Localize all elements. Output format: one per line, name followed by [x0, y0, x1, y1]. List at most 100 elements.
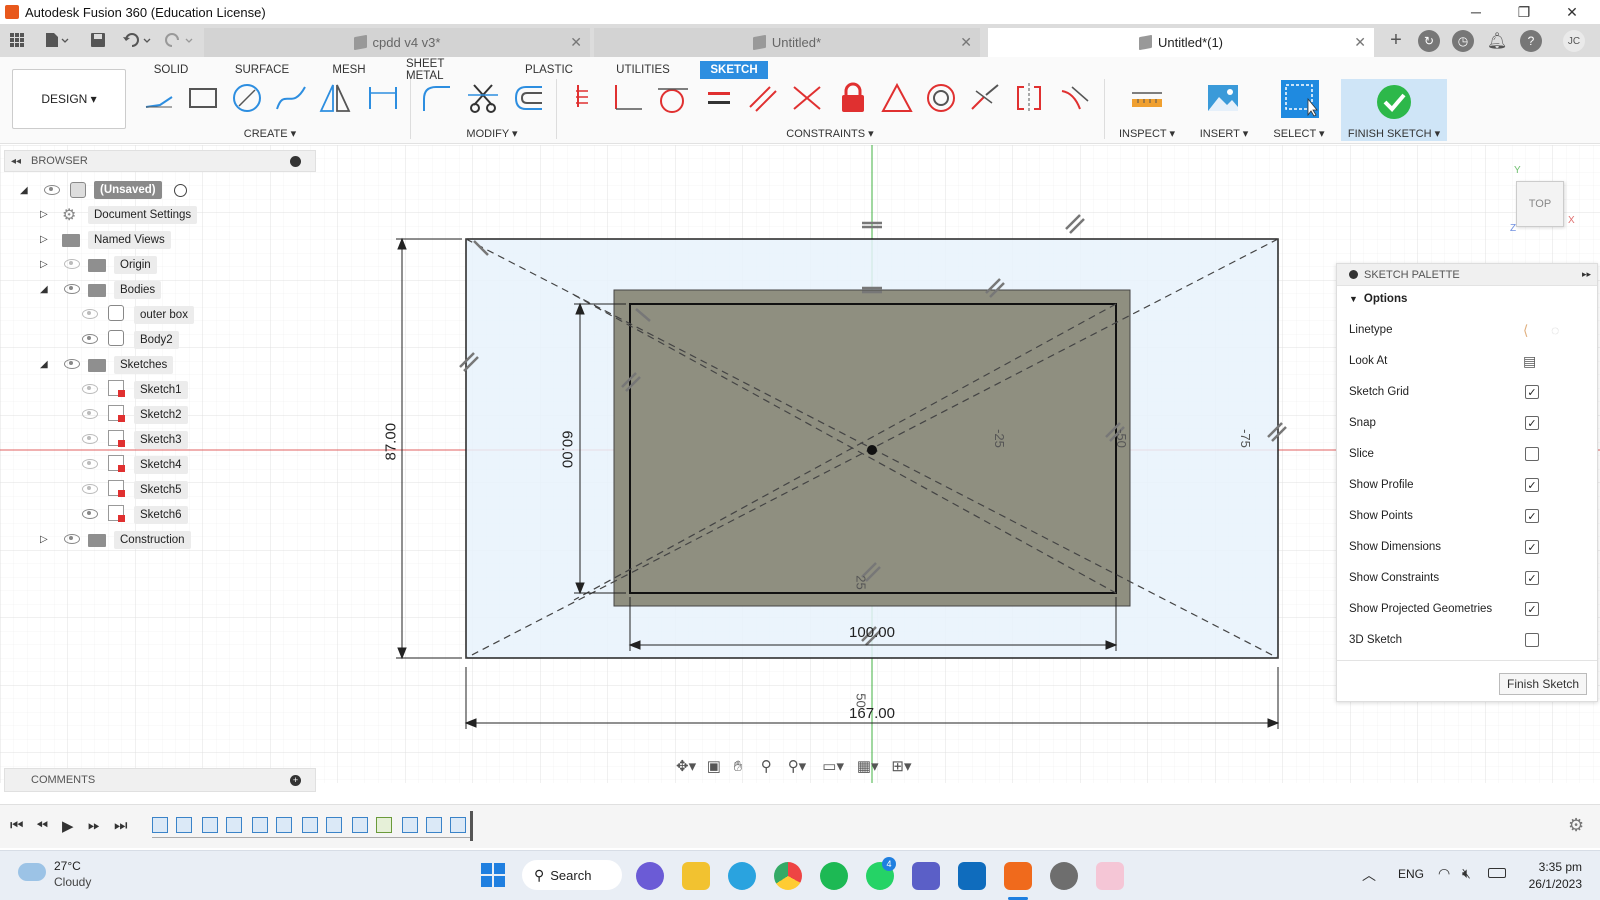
clock-time[interactable]: 3:35 pm [1520, 860, 1582, 874]
timeline-sketch-feature[interactable] [402, 817, 418, 833]
visibility-eye-icon[interactable] [64, 284, 80, 294]
curvature-constraint-icon[interactable] [1058, 81, 1092, 115]
tab-utilities[interactable]: UTILITIES [614, 61, 672, 79]
zoom-icon[interactable]: ⚲ [761, 757, 782, 775]
expand-arrow-icon[interactable]: ▷ [40, 234, 48, 245]
grid-settings-icon[interactable]: ▦▾ [857, 757, 886, 775]
timeline-settings-gear-icon[interactable]: ⚙︎ [1568, 815, 1584, 836]
timeline-marker[interactable] [470, 811, 473, 841]
rectangle-tool-icon[interactable] [186, 81, 220, 115]
clock-date[interactable]: 26/1/2023 [1520, 877, 1582, 891]
timeline-sketch-feature[interactable] [450, 817, 466, 833]
dim-inner-height[interactable]: 60.00 [559, 431, 576, 469]
expand-arrow-icon[interactable]: ▷ [40, 534, 48, 545]
visibility-eye-icon[interactable] [82, 509, 98, 519]
collapse-arrow-icon[interactable]: ◢ [20, 185, 28, 196]
expand-arrow-icon[interactable]: ▷ [40, 209, 48, 220]
browser-item-construction[interactable]: Construction [114, 529, 191, 551]
taskbar-search-box[interactable]: ⚲ Search [522, 860, 622, 890]
browser-header[interactable]: ◂◂ BROWSER [4, 150, 316, 172]
sketch-grid-checkbox[interactable]: ✓ [1525, 385, 1539, 399]
spotify-icon[interactable] [820, 862, 848, 890]
timeline-extrude-feature[interactable] [226, 817, 242, 833]
volume-muted-icon[interactable]: 🔇︎ [1462, 865, 1471, 882]
timeline-extrude-feature[interactable] [426, 817, 442, 833]
browser-item-document-settings[interactable]: Document Settings [88, 204, 198, 226]
weather-desc[interactable]: Cloudy [54, 875, 91, 889]
extensions-icon[interactable]: ↻ [1418, 30, 1440, 52]
collapse-panel-icon[interactable]: ◂◂ [11, 156, 21, 167]
pan-hand-icon[interactable]: ✋︎ [734, 758, 755, 775]
snap-checkbox[interactable]: ✓ [1525, 416, 1539, 430]
weather-temp[interactable]: 27°C [54, 859, 81, 873]
visibility-eye-icon[interactable] [64, 534, 80, 544]
browser-item-body2[interactable]: Body2 [134, 329, 179, 351]
triangle-constraint-icon[interactable] [880, 81, 914, 115]
job-status-icon[interactable]: ◷ [1452, 30, 1474, 52]
close-tab-icon[interactable]: ✕ [1354, 34, 1366, 51]
modify-menu[interactable]: MODIFY ▾ [442, 127, 542, 140]
tab-sketch[interactable]: SKETCH [700, 61, 768, 79]
fusion360-taskbar-icon[interactable] [1004, 862, 1032, 890]
collapse-arrow-icon[interactable]: ◢ [40, 284, 48, 295]
visibility-eye-icon[interactable] [82, 459, 98, 469]
close-window-button[interactable]: ✕ [1549, 0, 1595, 24]
dimension-tool-icon[interactable] [366, 81, 400, 115]
parallel-constraint-icon[interactable] [746, 81, 780, 115]
browser-item-sketch5[interactable]: Sketch5 [134, 479, 188, 501]
browser-item-sketch4[interactable]: Sketch4 [134, 454, 188, 476]
telegram-icon[interactable] [728, 862, 756, 890]
browser-item-sketch2[interactable]: Sketch2 [134, 404, 188, 426]
snipping-tool-icon[interactable] [1096, 862, 1124, 890]
tangent-constraint-icon[interactable] [656, 81, 690, 115]
add-comment-icon[interactable]: + [290, 775, 301, 786]
midpoint-constraint-icon[interactable] [790, 81, 824, 115]
browser-item-outer-box[interactable]: outer box [134, 304, 194, 326]
spline-tool-icon[interactable] [274, 81, 308, 115]
comments-panel[interactable]: COMMENTS + [4, 768, 316, 792]
insert-image-icon[interactable] [1206, 81, 1240, 115]
help-icon[interactable]: ? [1520, 30, 1542, 52]
browser-item-sketch3[interactable]: Sketch3 [134, 429, 188, 451]
input-language[interactable]: ENG [1398, 867, 1424, 881]
display-settings-icon[interactable]: ▭▾ [822, 757, 851, 775]
finish-sketch-button[interactable]: FINISH SKETCH ▾ [1341, 79, 1447, 141]
dim-outer-width[interactable]: 167.00 [840, 705, 904, 722]
select-tool-icon[interactable] [1280, 79, 1320, 119]
timeline-first-icon[interactable]: ⏮︎ [10, 817, 24, 834]
browser-item-bodies[interactable]: Bodies [114, 279, 162, 301]
visibility-eye-icon[interactable] [82, 309, 98, 319]
centerline-linetype-icon[interactable]: ◌ [1551, 322, 1559, 338]
mirror-tool-icon[interactable] [318, 81, 352, 115]
minimize-button[interactable]: ─ [1453, 0, 1499, 24]
palette-minimize-icon[interactable] [1349, 270, 1358, 279]
notifications-icon[interactable]: 🔔︎ [1486, 30, 1508, 52]
browser-root[interactable]: (Unsaved) [94, 179, 162, 201]
save-icon[interactable] [86, 29, 110, 51]
windows-start-icon[interactable] [480, 862, 506, 888]
show-points-checkbox[interactable]: ✓ [1525, 509, 1539, 523]
fillet-tool-icon[interactable] [420, 81, 454, 115]
3d-sketch-checkbox[interactable] [1525, 633, 1539, 647]
timeline-last-icon[interactable]: ⏭︎ [114, 817, 128, 834]
timeline-sketch-feature[interactable] [326, 817, 342, 833]
file-menu-icon[interactable] [40, 29, 72, 51]
visibility-eye-icon[interactable] [82, 409, 98, 419]
browser-minimize-icon[interactable] [290, 156, 301, 167]
origin-point[interactable] [867, 445, 877, 455]
visibility-eye-icon[interactable] [82, 384, 98, 394]
collapse-arrow-icon[interactable]: ◢ [40, 359, 48, 370]
timeline-shell-feature[interactable] [276, 817, 292, 833]
visibility-eye-icon[interactable] [44, 185, 60, 195]
browser-item-named-views[interactable]: Named Views [88, 229, 171, 251]
tab-sheet-metal[interactable]: SHEET METAL [406, 58, 484, 82]
palette-header[interactable]: SKETCH PALETTE ▸▸ [1337, 264, 1597, 286]
slice-checkbox[interactable] [1525, 447, 1539, 461]
timeline-extrude-feature[interactable] [352, 817, 368, 833]
file-explorer-icon[interactable] [682, 862, 710, 890]
collinear-constraint-icon[interactable] [968, 81, 1002, 115]
workspace-switcher-button[interactable]: DESIGN ▾ [12, 69, 126, 129]
tab-solid[interactable]: SOLID [146, 61, 196, 79]
show-profile-checkbox[interactable]: ✓ [1525, 478, 1539, 492]
teams-icon[interactable] [912, 862, 940, 890]
